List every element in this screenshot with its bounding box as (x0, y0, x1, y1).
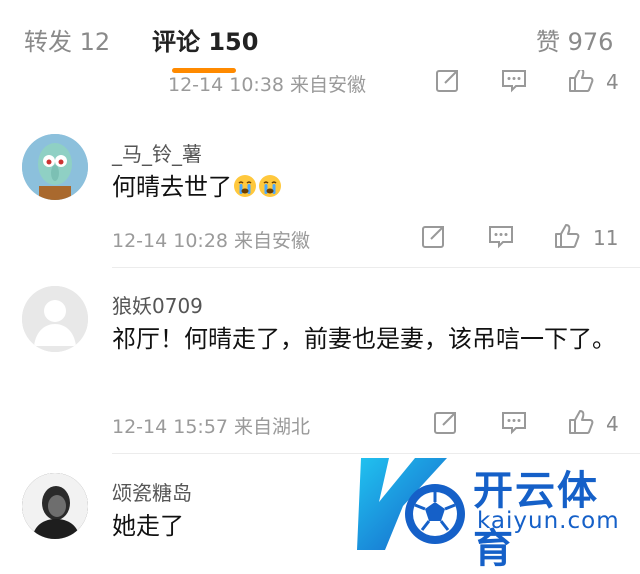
comment-tabs: 转发 12 评论 150 赞 976 (0, 0, 640, 80)
kaiyun-logo-icon (357, 458, 465, 550)
share-icon[interactable] (432, 408, 460, 436)
share-icon[interactable] (420, 222, 448, 250)
comment-item: _马_铃_薯 何晴去世了 12-14 10:28 来自安徽 11 (0, 100, 640, 270)
like-icon[interactable] (553, 222, 581, 250)
like-icon[interactable] (567, 408, 595, 436)
tab-reposts[interactable]: 转发 12 (24, 22, 110, 57)
crying-emoji-icon (259, 175, 281, 197)
like-count: 11 (593, 226, 619, 250)
comment-meta: 12-14 10:38 来自安徽 (168, 74, 367, 96)
avatar[interactable] (22, 473, 88, 539)
tab-comments[interactable]: 评论 150 (152, 22, 258, 57)
crying-emoji-icon (234, 175, 256, 197)
share-icon[interactable] (434, 70, 462, 94)
like-count: 4 (606, 412, 619, 436)
commenter-name[interactable]: 狼妖0709 (112, 290, 203, 319)
comment-text-content: 何晴去世了 (112, 173, 232, 201)
commenter-name[interactable]: 颂瓷糖岛 (112, 477, 192, 506)
avatar[interactable] (22, 286, 88, 352)
comment-icon[interactable] (487, 222, 515, 250)
kaiyun-watermark: 开云体育 kaiyun.com (355, 450, 640, 572)
comment-icon[interactable] (500, 408, 528, 436)
previous-comment-actions: 12-14 10:38 来自安徽 4 (0, 70, 640, 100)
avatar[interactable] (22, 134, 88, 200)
like-count: 4 (606, 70, 619, 94)
comment-item: 狼妖0709 祁厅！何晴走了，前妻也是妻，该吊唁一下了。 12-14 15:57… (0, 270, 640, 455)
divider (112, 267, 640, 268)
like-icon[interactable] (567, 70, 595, 94)
comment-text: 何晴去世了 (112, 168, 622, 206)
comment-text: 祁厅！何晴走了，前妻也是妻，该吊唁一下了。 (112, 325, 616, 353)
comment-icon[interactable] (500, 70, 528, 94)
comment-meta: 12-14 15:57 来自湖北 (112, 416, 311, 438)
commenter-name[interactable]: _马_铃_薯 (112, 138, 202, 167)
watermark-url: kaiyun.com (477, 508, 620, 534)
comment-meta: 12-14 10:28 来自安徽 (112, 230, 311, 252)
tab-likes[interactable]: 赞 976 (536, 22, 613, 57)
